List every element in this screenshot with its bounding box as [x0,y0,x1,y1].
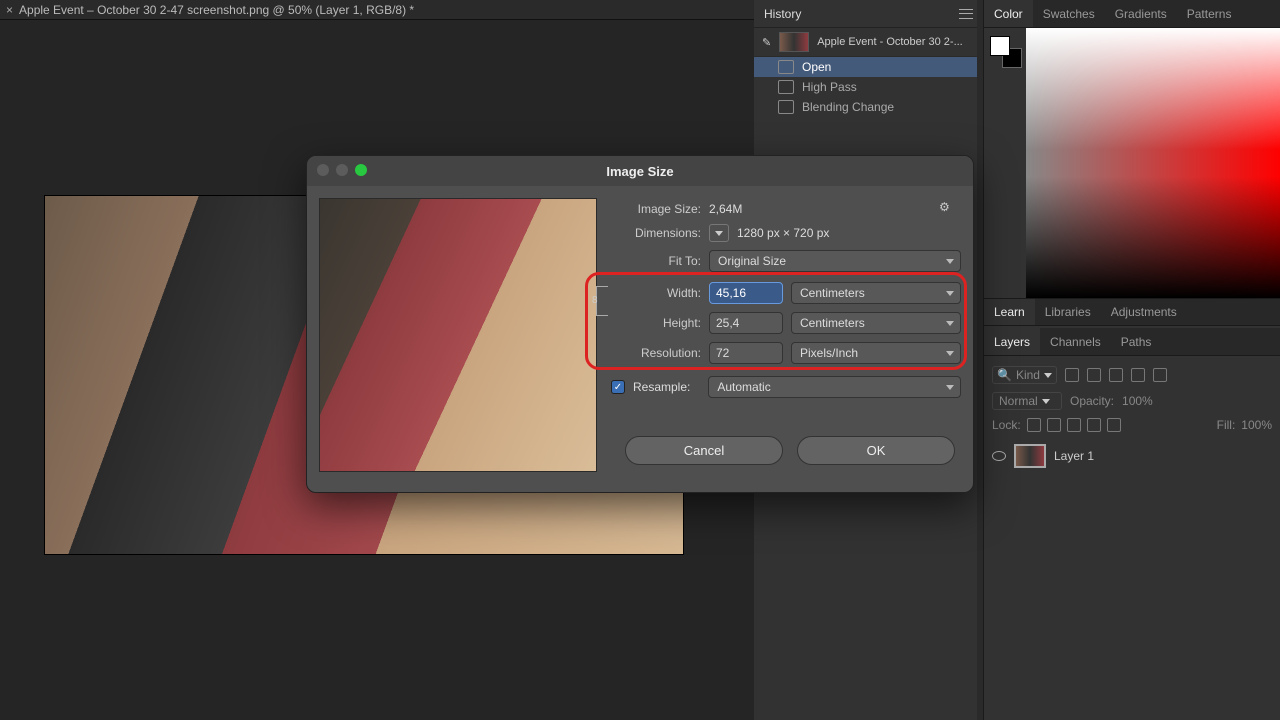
foreground-color-swatch[interactable] [990,36,1010,56]
history-step-icon [778,80,794,94]
cancel-button[interactable]: Cancel [625,436,783,465]
ok-button[interactable]: OK [797,436,955,465]
tab-adjustments[interactable]: Adjustments [1101,299,1187,325]
history-item-highpass[interactable]: High Pass [754,77,983,97]
fit-to-label: Fit To: [611,254,701,268]
gear-icon[interactable]: ⚙ [939,200,955,216]
height-label: Height: [611,316,701,330]
document-title[interactable]: Apple Event – October 30 2-47 screenshot… [19,3,414,17]
filter-pixel-icon[interactable] [1065,368,1079,382]
resample-checkbox[interactable]: ✓ [611,380,625,394]
chevron-down-icon [1042,399,1050,404]
panel-menu-icon[interactable] [959,9,973,19]
fill-label: Fill: [1217,418,1236,432]
width-label: Width: [611,286,701,300]
fit-to-select[interactable]: Original Size [709,250,961,272]
opacity-value[interactable]: 100% [1122,394,1153,408]
tab-close-icon[interactable]: × [6,3,13,17]
fill-value[interactable]: 100% [1241,418,1272,432]
link-constrain-icon[interactable] [596,286,608,316]
right-panel-group: Color Swatches Gradients Patterns Learn … [984,0,1280,720]
history-doc-name: Apple Event - October 30 2-... [817,36,963,48]
history-step-label: Open [802,60,831,74]
width-unit-select[interactable]: Centimeters [791,282,961,304]
tab-gradients[interactable]: Gradients [1105,0,1177,27]
history-doc-thumb [779,32,809,52]
history-step-label: High Pass [802,80,857,94]
filter-smart-icon[interactable] [1153,368,1167,382]
history-tab[interactable]: History [764,7,801,21]
minimize-icon[interactable] [336,164,348,176]
history-step-label: Blending Change [802,100,894,114]
search-icon: 🔍 [997,368,1012,382]
history-document-row[interactable]: ✎ Apple Event - October 30 2-... [754,28,983,57]
dialog-titlebar[interactable]: Image Size [307,156,973,186]
tab-swatches[interactable]: Swatches [1033,0,1105,27]
dialog-title: Image Size [606,164,673,179]
history-item-open[interactable]: Open [754,57,983,77]
lock-artboard-icon[interactable] [1087,418,1101,432]
image-size-label: Image Size: [611,202,701,216]
tab-learn[interactable]: Learn [984,299,1035,325]
fg-bg-swatch[interactable] [990,36,1022,68]
resolution-label: Resolution: [611,346,701,360]
brush-icon: ✎ [762,36,771,49]
tab-channels[interactable]: Channels [1040,328,1111,355]
history-step-icon [778,100,794,114]
layer-filter-kind[interactable]: 🔍 Kind [992,366,1057,384]
resolution-input[interactable] [709,342,783,364]
resample-label: Resample: [633,380,690,394]
tab-layers[interactable]: Layers [984,328,1040,355]
tab-paths[interactable]: Paths [1111,328,1162,355]
lock-label: Lock: [992,418,1021,432]
dimensions-label: Dimensions: [611,226,701,240]
lock-pixels-icon[interactable] [1047,418,1061,432]
filter-shape-icon[interactable] [1131,368,1145,382]
filter-type-icon[interactable] [1109,368,1123,382]
lock-position-icon[interactable] [1067,418,1081,432]
layer-name[interactable]: Layer 1 [1054,449,1094,463]
history-step-icon [778,60,794,74]
height-input[interactable] [709,312,783,334]
layer-row[interactable]: Layer 1 [992,440,1272,472]
layer-thumbnail[interactable] [1014,444,1046,468]
maximize-icon[interactable] [355,164,367,176]
lock-transparency-icon[interactable] [1027,418,1041,432]
width-input[interactable] [709,282,783,304]
tab-libraries[interactable]: Libraries [1035,299,1101,325]
image-size-value: 2,64M [709,202,742,216]
image-size-dialog: Image Size ⚙ Image Size: 2,64M Dimension… [306,155,974,493]
scrollbar[interactable] [977,0,983,720]
visibility-eye-icon[interactable] [992,451,1006,461]
chevron-down-icon [1044,373,1052,378]
opacity-label: Opacity: [1070,394,1114,408]
resolution-unit-select[interactable]: Pixels/Inch [791,342,961,364]
filter-adjustment-icon[interactable] [1087,368,1101,382]
blend-mode-select[interactable]: Normal [992,392,1062,410]
tab-patterns[interactable]: Patterns [1177,0,1242,27]
resample-select[interactable]: Automatic [708,376,961,398]
color-picker-field[interactable] [1026,28,1280,298]
dimensions-value: 1280 px × 720 px [737,226,829,240]
dimensions-unit-toggle[interactable] [709,224,729,242]
height-unit-select[interactable]: Centimeters [791,312,961,334]
dialog-preview-image [319,198,597,472]
lock-all-icon[interactable] [1107,418,1121,432]
tab-color[interactable]: Color [984,0,1033,27]
history-item-blending[interactable]: Blending Change [754,97,983,117]
close-icon[interactable] [317,164,329,176]
